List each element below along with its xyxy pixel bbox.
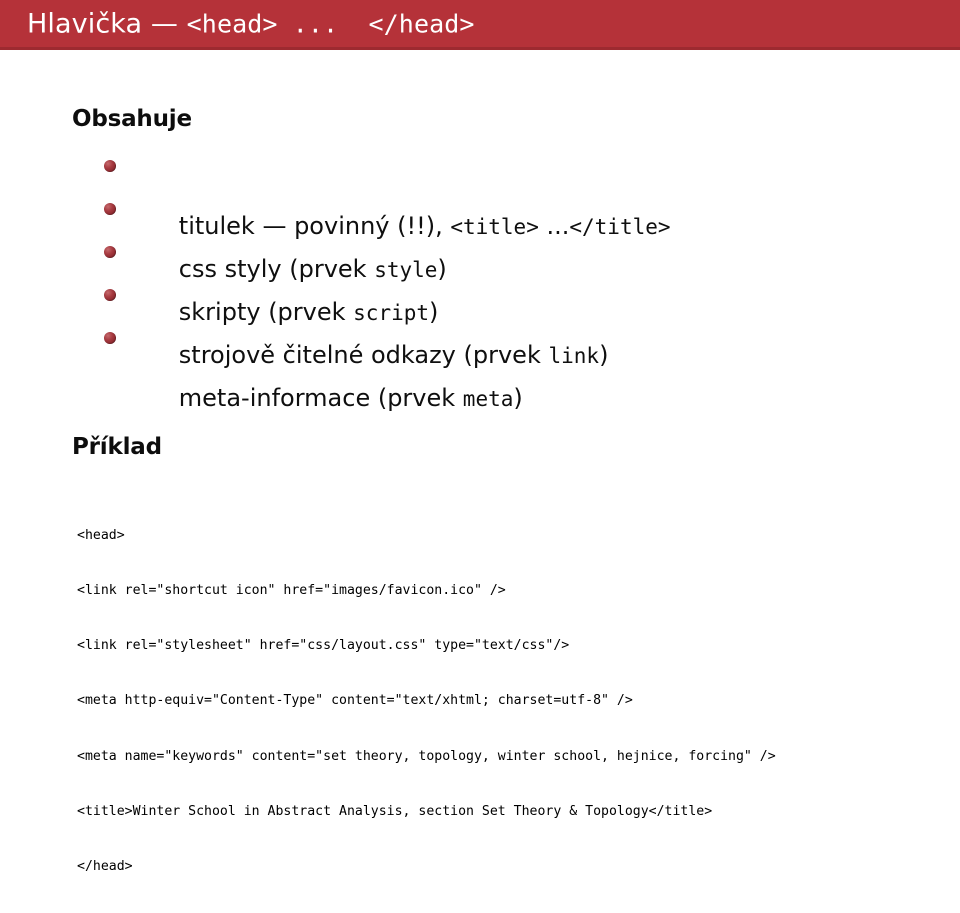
list-item-text: meta-informace (prvek meta) bbox=[179, 384, 523, 412]
code-line: <title>Winter School in Abstract Analysi… bbox=[77, 803, 713, 819]
code-line: <link rel="shortcut icon" href="images/f… bbox=[77, 583, 506, 599]
slide-title: Hlavička — <head> ... </head> bbox=[27, 10, 475, 37]
slide-title-prefix: Hlavička — bbox=[27, 8, 187, 39]
list-item-text-before: meta-informace (prvek bbox=[178, 384, 463, 412]
code-line: </head> bbox=[77, 859, 133, 875]
bullet-sphere-icon bbox=[104, 246, 116, 258]
bullet-sphere-icon bbox=[104, 160, 116, 172]
list-item-text-after: ) bbox=[513, 384, 523, 412]
slide-title-bar: Hlavička — <head> ... </head> bbox=[0, 0, 960, 50]
bullet-sphere-icon bbox=[104, 203, 116, 215]
bullet-sphere-icon bbox=[104, 289, 116, 301]
list-item: meta-informace (prvek meta) bbox=[104, 323, 924, 412]
slide-title-ellipsis: ... bbox=[277, 9, 369, 38]
code-line: <link rel="stylesheet" href="css/layout.… bbox=[77, 638, 570, 654]
list-item: skripty (prvek script) bbox=[104, 237, 924, 326]
slide-content: Obsahuje titulek — povinný (!!), <title>… bbox=[0, 53, 960, 874]
list-item-code: meta bbox=[462, 387, 514, 411]
code-line: <meta http-equiv="Content-Type" content=… bbox=[77, 693, 633, 709]
example-code-block: <head> <link rel="shortcut icon" href="i… bbox=[77, 490, 776, 913]
slide-title-open-tag: <head> bbox=[186, 9, 278, 38]
list-item: strojově čitelné odkazy (prvek link) bbox=[104, 280, 924, 369]
list-item: css styly (prvek style) bbox=[104, 194, 924, 283]
slide-title-close-tag: </head> bbox=[368, 9, 475, 38]
bullet-sphere-icon bbox=[104, 332, 116, 344]
list-item: titulek — povinný (!!), <title> ...</tit… bbox=[104, 151, 924, 240]
contains-section-heading: Obsahuje bbox=[72, 106, 192, 132]
code-line: <head> bbox=[77, 527, 125, 543]
contains-bullet-list: titulek — povinný (!!), <title> ...</tit… bbox=[104, 151, 924, 412]
example-section-heading: Příklad bbox=[72, 434, 162, 460]
code-line: <meta name="keywords" content="set theor… bbox=[77, 748, 776, 764]
